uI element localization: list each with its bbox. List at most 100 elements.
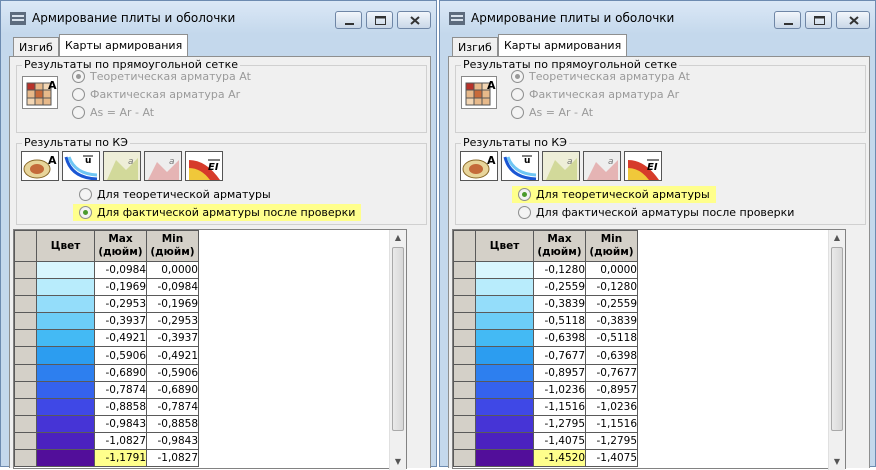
- row-header[interactable]: [453, 449, 476, 468]
- fe-deformation-icon[interactable]: u: [62, 151, 100, 181]
- min-value-cell[interactable]: -0,6398: [585, 346, 638, 365]
- min-value-cell[interactable]: 0,0000: [585, 260, 638, 280]
- color-swatch[interactable]: [475, 312, 534, 331]
- table-row[interactable]: -1,4520 -1,4075: [453, 449, 638, 468]
- max-value-cell[interactable]: -0,4921: [94, 329, 147, 348]
- min-value-cell[interactable]: -1,2795: [585, 431, 638, 451]
- max-value-cell[interactable]: -1,4520: [533, 449, 586, 468]
- color-swatch[interactable]: [475, 329, 534, 348]
- row-header[interactable]: [453, 380, 476, 399]
- color-swatch[interactable]: [475, 449, 534, 468]
- max-value-cell[interactable]: -0,0984: [94, 260, 147, 280]
- color-swatch[interactable]: [475, 431, 534, 451]
- table-row[interactable]: -0,2953 -0,1969: [14, 295, 199, 314]
- rect-option-radio[interactable]: Теоретическая арматура At: [511, 70, 690, 83]
- min-value-cell[interactable]: -0,2559: [585, 295, 638, 314]
- table-row[interactable]: -0,4921 -0,3937: [14, 329, 199, 348]
- min-value-cell[interactable]: -0,4921: [146, 346, 199, 365]
- rect-option-radio[interactable]: Фактическая арматура Ar: [72, 88, 240, 101]
- min-value-cell[interactable]: -0,8957: [585, 380, 638, 399]
- column-header[interactable]: Min (дюйм): [146, 230, 199, 262]
- color-swatch[interactable]: [475, 260, 534, 280]
- fe-option-radio[interactable]: Для теоретической арматуры: [79, 188, 271, 201]
- min-value-cell[interactable]: -0,8858: [146, 414, 199, 433]
- min-value-cell[interactable]: -0,6890: [146, 380, 199, 399]
- max-value-cell[interactable]: -1,1791: [94, 449, 147, 468]
- row-header[interactable]: [14, 397, 37, 416]
- minimize-button[interactable]: [774, 11, 801, 29]
- color-swatch[interactable]: [36, 260, 95, 280]
- fe-option-radio[interactable]: Для фактической арматуры после проверки: [73, 204, 362, 221]
- table-row[interactable]: -1,1516 -1,0236: [453, 397, 638, 416]
- table-row[interactable]: -0,3937 -0,2953: [14, 312, 199, 331]
- tab-bending[interactable]: Изгиб: [13, 37, 59, 56]
- fe-theoretical-icon[interactable]: a: [103, 151, 141, 181]
- color-swatch[interactable]: [36, 397, 95, 416]
- min-value-cell[interactable]: -0,7677: [585, 363, 638, 382]
- min-value-cell[interactable]: -0,2953: [146, 312, 199, 331]
- color-swatch[interactable]: [36, 363, 95, 382]
- max-value-cell[interactable]: -0,1280: [533, 260, 586, 280]
- max-value-cell[interactable]: -1,2795: [533, 414, 586, 433]
- min-value-cell[interactable]: -0,9843: [146, 431, 199, 451]
- rect-option-radio[interactable]: As = Ar - At: [72, 106, 154, 119]
- max-value-cell[interactable]: -0,7874: [94, 380, 147, 399]
- color-swatch[interactable]: [36, 346, 95, 365]
- row-header[interactable]: [453, 431, 476, 451]
- table-row[interactable]: -0,2559 -0,1280: [453, 278, 638, 297]
- color-swatch[interactable]: [475, 414, 534, 433]
- grid-results-icon[interactable]: A: [22, 76, 58, 109]
- row-header[interactable]: [453, 363, 476, 382]
- maximize-button[interactable]: [805, 11, 832, 29]
- color-swatch[interactable]: [36, 414, 95, 433]
- scroll-up-arrow-icon[interactable]: ▲: [390, 230, 406, 246]
- max-value-cell[interactable]: -0,2559: [533, 278, 586, 297]
- row-header[interactable]: [14, 295, 37, 314]
- table-row[interactable]: -0,6890 -0,5906: [14, 363, 199, 382]
- column-header[interactable]: Цвет: [475, 230, 534, 262]
- row-header[interactable]: [14, 312, 37, 331]
- fe-deformation-icon[interactable]: u: [501, 151, 539, 181]
- titlebar[interactable]: Армирование плиты и оболочки: [1, 1, 436, 34]
- table-row[interactable]: -0,7677 -0,6398: [453, 346, 638, 365]
- fe-option-radio[interactable]: Для теоретической арматуры: [512, 186, 716, 203]
- max-value-cell[interactable]: -0,7677: [533, 346, 586, 365]
- scroll-thumb[interactable]: [831, 247, 843, 431]
- min-value-cell[interactable]: -0,0984: [146, 278, 199, 297]
- color-swatch[interactable]: [475, 363, 534, 382]
- min-value-cell[interactable]: -1,4075: [585, 449, 638, 468]
- max-value-cell[interactable]: -0,8957: [533, 363, 586, 382]
- color-swatch[interactable]: [475, 346, 534, 365]
- min-value-cell[interactable]: -0,5118: [585, 329, 638, 348]
- fe-factual-icon[interactable]: a: [144, 151, 182, 181]
- table-row[interactable]: -0,6398 -0,5118: [453, 329, 638, 348]
- tab-reinforcement-maps[interactable]: Карты армирования: [59, 34, 189, 56]
- color-swatch[interactable]: [36, 380, 95, 399]
- table-row[interactable]: -1,2795 -1,1516: [453, 414, 638, 433]
- max-value-cell[interactable]: -0,9843: [94, 414, 147, 433]
- tab-bending[interactable]: Изгиб: [452, 37, 498, 56]
- max-value-cell[interactable]: -1,1516: [533, 397, 586, 416]
- row-header[interactable]: [14, 449, 37, 468]
- close-button[interactable]: [397, 11, 431, 29]
- row-header[interactable]: [14, 380, 37, 399]
- color-swatch[interactable]: [475, 380, 534, 399]
- row-header[interactable]: [453, 312, 476, 331]
- min-value-cell[interactable]: -0,7874: [146, 397, 199, 416]
- row-header[interactable]: [453, 260, 476, 280]
- table-row[interactable]: -1,1791 -1,0827: [14, 449, 199, 468]
- max-value-cell[interactable]: -0,6890: [94, 363, 147, 382]
- table-row[interactable]: -0,1280 0,0000: [453, 260, 638, 280]
- fe-color-map-icon[interactable]: A: [21, 151, 59, 181]
- color-swatch[interactable]: [36, 431, 95, 451]
- fe-color-map-icon[interactable]: A: [460, 151, 498, 181]
- row-header[interactable]: [14, 278, 37, 297]
- table-row[interactable]: -0,0984 0,0000: [14, 260, 199, 280]
- maximize-button[interactable]: [366, 11, 393, 29]
- fe-stiffness-icon[interactable]: EI: [624, 151, 662, 181]
- min-value-cell[interactable]: -0,3839: [585, 312, 638, 331]
- scroll-up-arrow-icon[interactable]: ▲: [829, 230, 845, 246]
- row-header[interactable]: [14, 431, 37, 451]
- min-value-cell[interactable]: -1,0236: [585, 397, 638, 416]
- row-header[interactable]: [453, 329, 476, 348]
